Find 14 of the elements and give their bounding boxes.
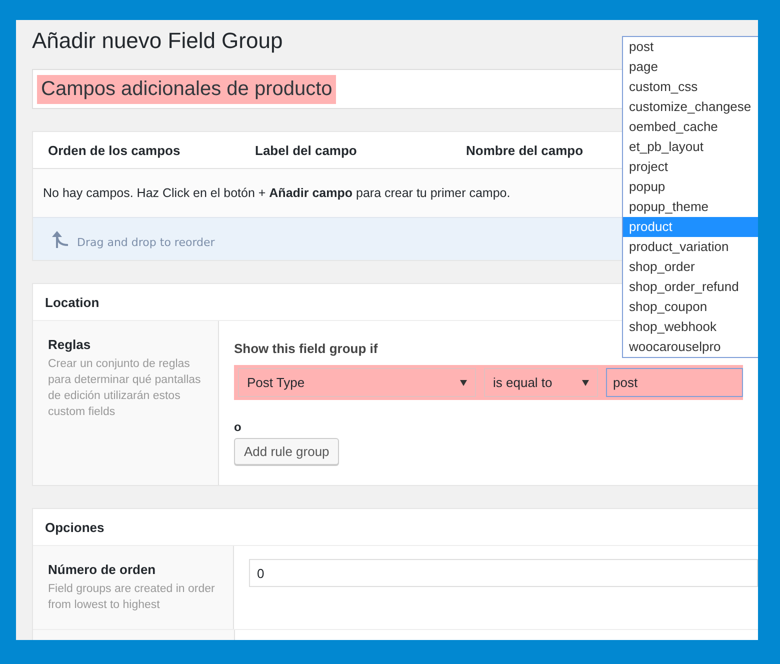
page-title: Añadir nuevo Field Group [32,27,283,55]
card-title: Opciones [45,520,104,534]
row-label: Reglas [48,337,92,352]
column-header: Nombre del campo [466,142,584,158]
column-header: Orden de los campos [48,142,182,158]
drag-hint: Drag and drop to reorder [77,236,215,248]
condition-label: Show this field group if [234,341,378,356]
row-description: Field groups are created in order from lowest to highest [48,582,216,613]
row-description: Crear un conjunto de reglas para determinar qué pantallas de edición utilizarán estos custom fields [48,357,202,420]
card-title: Location [45,294,100,310]
row-label: Número de orden [48,562,157,577]
column-header: Label del campo [255,142,358,158]
title-value: Campos adicionales de producto [37,74,336,104]
or-label: o [234,420,242,434]
